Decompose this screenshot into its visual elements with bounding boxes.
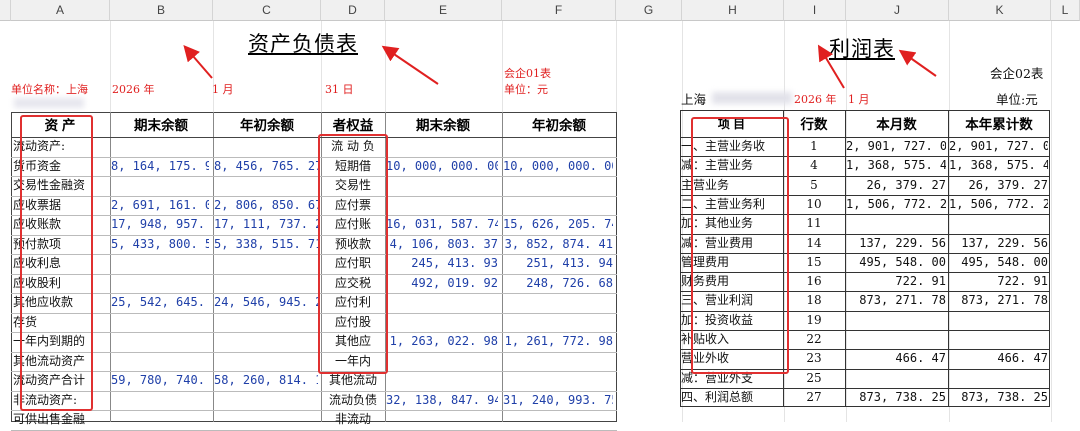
arrow-icon — [817, 44, 845, 89]
arrow-icon — [898, 49, 937, 77]
arrow-icon — [183, 44, 213, 79]
annotation-arrows — [183, 44, 937, 89]
arrow-icon — [381, 45, 439, 85]
